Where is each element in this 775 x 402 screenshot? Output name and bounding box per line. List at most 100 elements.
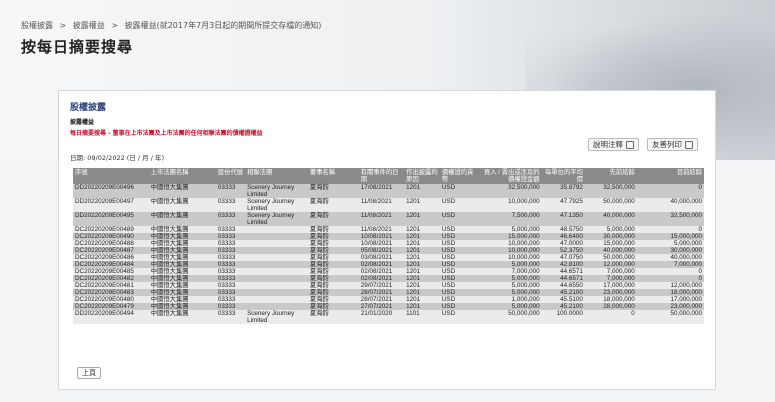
cell-serial[interactable]: DD20220209E00496 [73,184,149,198]
cell-serial[interactable]: DD20220209E00497 [73,198,149,212]
cell-associated-corp [245,303,308,310]
cell-previous-balance: 30,000,000 [584,233,637,240]
cell-director: 夏海鈞 [307,212,359,226]
cell-event-date: 21/01/2020 [358,310,405,324]
cell-currency: USD [439,303,481,310]
cell-current-balance: 0 [636,268,704,275]
previous-page-button[interactable]: 上頁 [77,367,101,379]
cell-event-date: 02/08/2021 [358,275,405,282]
cell-previous-balance: 17,000,000 [584,282,637,289]
cell-stock-code: 03333 [215,310,246,324]
cell-event-date: 11/08/2021 [358,198,405,212]
cell-company: 中國恒大集團 [148,247,216,254]
cell-company: 中國恒大集團 [148,303,216,310]
cell-serial[interactable]: DD20220209E00494 [73,310,149,324]
cell-reason: 1201 [404,296,440,303]
cell-company: 中國恒大集團 [148,268,216,275]
cell-amount: 7,500,000 [480,212,542,226]
cell-avg-price: 44.6571 [541,275,585,282]
cell-serial[interactable]: DC20220209E00481 [73,282,149,289]
cell-event-date: 10/08/2021 [358,240,405,247]
table-row: DC20220209E00479 中國恒大集團 03333 夏海鈞 27/07/2021… [73,303,704,310]
cell-current-balance: 23,000,000 [636,303,704,310]
cell-previous-balance: 32,500,000 [584,184,637,198]
cell-event-date: 11/08/2021 [358,226,405,233]
table-row: DC20220209E00489 中國恒大集團 03333 夏海鈞 11/08/2021… [73,226,704,233]
cell-director: 夏海鈞 [307,296,359,303]
cell-currency: USD [439,247,481,254]
cell-serial[interactable]: DC20220209E00487 [73,247,149,254]
breadcrumb-item-interests[interactable]: 披露權益 [73,21,105,30]
cell-serial[interactable]: DC20220209E00490 [73,233,149,240]
cell-serial[interactable]: DC20220209E00485 [73,268,149,275]
cell-associated-corp [245,254,308,261]
cell-serial[interactable]: DC20220209E00488 [73,240,149,247]
breadcrumb-item-disclosure[interactable]: 股權披露 [21,21,53,30]
table-row: DC20220209E00481 中國恒大集團 03333 夏海鈞 29/07/2021… [73,282,704,289]
table-row: DC20220209E00486 中國恒大集團 03333 夏海鈞 03/08/2021… [73,254,704,261]
cell-serial[interactable]: DC20220209E00479 [73,303,149,310]
table-row: DD20220209E00496 中國恒大集團 03333 Scenery Journ… [73,184,704,198]
col-header-reason: 作出披露的原因 [404,168,440,184]
cell-stock-code: 03333 [215,226,246,233]
table-row: DC20220209E00480 中國恒大集團 03333 夏海鈞 28/07/2021… [73,296,704,303]
cell-stock-code: 03333 [215,198,246,212]
table-row: DC20220209E00490 中國恒大集團 03333 夏海鈞 10/08/2021… [73,233,704,240]
print-friendly-button[interactable]: 友善列印 [647,138,698,151]
help-notes-label: 說明注釋 [593,140,623,149]
cell-director: 夏海鈞 [307,198,359,212]
cell-amount: 10,000,000 [480,198,542,212]
breadcrumb-separator: > [59,21,67,30]
cell-avg-price: 47.1350 [541,212,585,226]
cell-amount: 5,000,000 [480,275,542,282]
cell-serial[interactable]: DC20220209E00482 [73,275,149,282]
cell-serial[interactable]: DD20220209E00495 [73,212,149,226]
cell-serial[interactable]: DC20220209E00486 [73,254,149,261]
section-subtitle: 每日摘要搜尋 - 董事在上市法團及上市法團的任何相聯法團的債權證權益 [70,130,263,137]
cell-company: 中國恒大集團 [148,184,216,198]
results-table: 序號 上市法團名稱 股份代號 相聯法團 董事名稱 有關事件的日期 作出披露的原因… [73,168,704,324]
cell-associated-corp [245,282,308,289]
cell-serial[interactable]: DC20220209E00484 [73,261,149,268]
help-notes-button[interactable]: 說明注釋 [588,138,639,151]
printer-icon [685,140,693,149]
cell-event-date: 28/07/2021 [358,296,405,303]
cell-previous-balance: 50,000,000 [584,254,637,261]
cell-serial[interactable]: DC20220209E00489 [73,226,149,233]
cell-amount: 5,000,000 [480,282,542,289]
cell-associated-corp [245,275,308,282]
cell-amount: 7,000,000 [480,268,542,275]
cell-currency: USD [439,261,481,268]
cell-associated-corp: Scenery Journey Limited [245,212,308,226]
cell-avg-price: 45.2100 [541,303,585,310]
cell-serial[interactable]: DC20220209E00483 [73,289,149,296]
cell-stock-code: 03333 [215,184,246,198]
cell-serial[interactable]: DC20220209E00480 [73,296,149,303]
cell-stock-code: 03333 [215,254,246,261]
cell-amount: 1,000,000 [480,296,542,303]
cell-stock-code: 03333 [215,212,246,226]
cell-amount: 5,000,000 [480,303,542,310]
col-header-current-balance: 目前結餘 [636,168,704,184]
cell-currency: USD [439,240,481,247]
cell-event-date: 03/08/2021 [358,254,405,261]
cell-director: 夏海鈞 [307,261,359,268]
cell-reason: 1201 [404,198,440,212]
cell-previous-balance: 5,000,000 [584,226,637,233]
cell-company: 中國恒大集團 [148,212,216,226]
breadcrumb-item-current[interactable]: 披露權益(就2017年7月3日起的期間所提交存檔的通知) [125,21,322,30]
print-friendly-label: 友善列印 [652,140,682,149]
cell-stock-code: 03333 [215,240,246,247]
cell-reason: 1201 [404,275,440,282]
cell-reason: 1201 [404,212,440,226]
table-row: DC20220209E00487 中國恒大集團 03333 夏海鈞 05/08/2021… [73,247,704,254]
cell-current-balance: 0 [636,275,704,282]
cell-amount: 10,000,000 [480,247,542,254]
cell-event-date: 29/07/2021 [358,282,405,289]
table-header-row: 序號 上市法團名稱 股份代號 相聯法團 董事名稱 有關事件的日期 作出披露的原因… [73,168,704,184]
cell-associated-corp: Scenery Journey Limited [245,184,308,198]
table-body: DD20220209E00496 中國恒大集團 03333 Scenery Journ… [73,184,704,324]
cell-amount: 10,000,000 [480,240,542,247]
cell-currency: USD [439,296,481,303]
table-row: DD20220209E00494 中國恒大集團 03333 Scenery Journ… [73,310,704,324]
